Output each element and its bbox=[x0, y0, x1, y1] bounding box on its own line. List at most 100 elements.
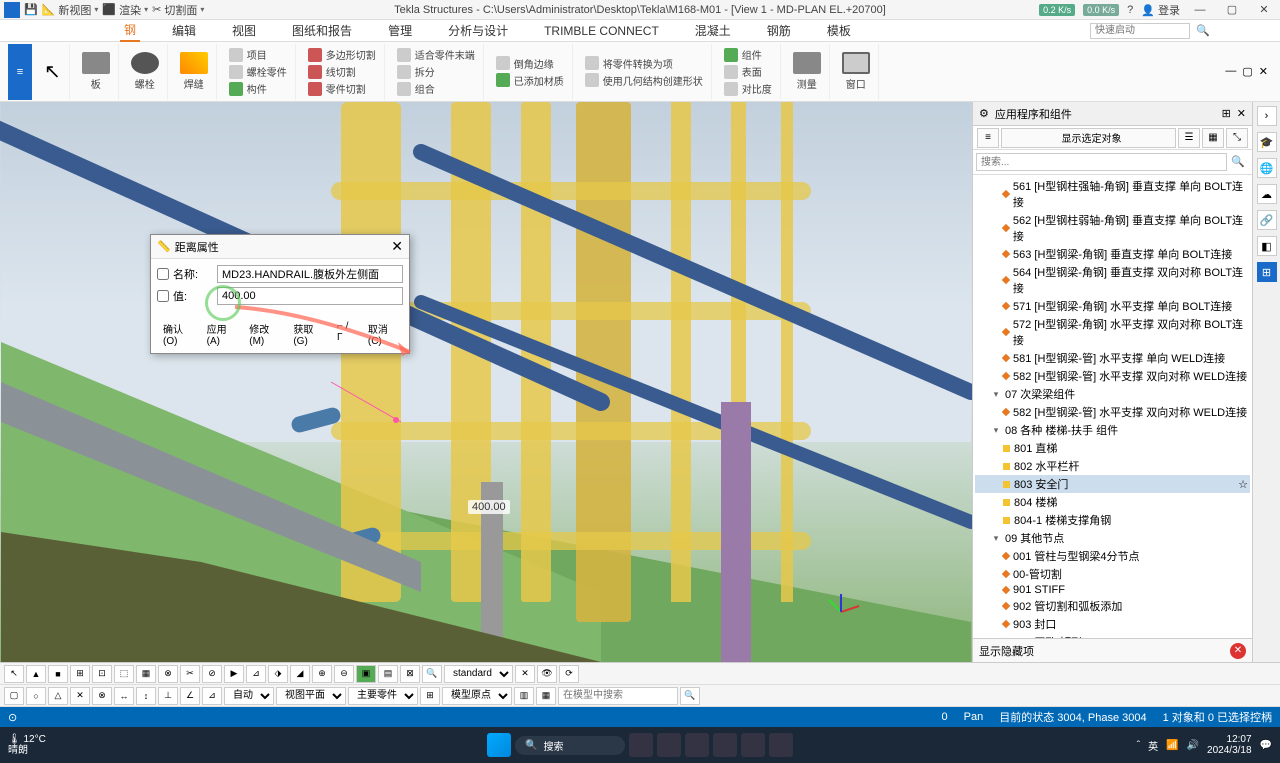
maximize-button[interactable]: ▢ bbox=[1220, 3, 1244, 16]
taskbar-app-5[interactable] bbox=[741, 733, 765, 757]
ribbon-measure[interactable]: 测量 bbox=[785, 44, 830, 100]
ribbon-geom[interactable]: 使用几何结构创建形状 bbox=[585, 73, 703, 88]
tb-clear[interactable]: ✕ bbox=[515, 665, 535, 683]
tab-edit[interactable]: 编辑 bbox=[168, 20, 200, 41]
tab-analysis[interactable]: 分析与设计 bbox=[444, 20, 512, 41]
ribbon-fit-end[interactable]: 适合零件末端 bbox=[397, 47, 475, 62]
ribbon-component[interactable]: 构件 bbox=[229, 81, 267, 96]
dialog-name-input[interactable] bbox=[217, 265, 403, 283]
dialog-value-check[interactable] bbox=[157, 290, 169, 302]
ribbon-window[interactable]: 窗口 bbox=[834, 44, 879, 100]
ribbon-item[interactable]: 项目 bbox=[229, 47, 267, 62]
edge-cloud-icon[interactable]: ☁ bbox=[1257, 184, 1277, 204]
star-icon[interactable]: ☆ bbox=[1238, 478, 1248, 491]
taskbar-app-1[interactable] bbox=[629, 733, 653, 757]
tb-auto-select[interactable]: 自动 bbox=[224, 687, 274, 705]
inner-maximize[interactable]: ▢ bbox=[1242, 65, 1252, 78]
tb-o[interactable]: ⊖ bbox=[334, 665, 354, 683]
tb2-m[interactable]: ▦ bbox=[536, 687, 556, 705]
tray-ime[interactable]: 英 bbox=[1148, 738, 1158, 753]
ribbon-chamfer[interactable]: 倒角边缘 bbox=[496, 56, 554, 71]
tab-drawings[interactable]: 图纸和报告 bbox=[288, 20, 356, 41]
quick-section[interactable]: ✂ 切割面 ▾ bbox=[152, 2, 204, 18]
tree-item[interactable]: 001 管柱与型钢梁4分节点 bbox=[975, 547, 1250, 565]
tb-d[interactable]: ⊡ bbox=[92, 665, 112, 683]
tb-b[interactable]: ■ bbox=[48, 665, 68, 683]
tab-trimble[interactable]: TRIMBLE CONNECT bbox=[540, 22, 663, 40]
ribbon-components[interactable]: 组件 bbox=[724, 47, 762, 62]
tb-refresh-icon[interactable]: ⟳ bbox=[559, 665, 579, 683]
tb-origin-select[interactable]: 模型原点 bbox=[442, 687, 512, 705]
tree-item[interactable]: 562 [H型钢柱弱轴-角钢] 垂直支撑 单向 BOLT连接 bbox=[975, 211, 1250, 245]
quick-launch-search[interactable] bbox=[1090, 23, 1190, 39]
start-button[interactable] bbox=[487, 733, 511, 757]
tb-cursor-icon[interactable]: ↖ bbox=[4, 665, 24, 683]
tray-chevron-icon[interactable]: ˆ bbox=[1137, 740, 1140, 751]
gear-icon[interactable]: ⚙ bbox=[979, 107, 989, 120]
tb-m[interactable]: ◢ bbox=[290, 665, 310, 683]
tree-item[interactable]: 801 直梯 bbox=[975, 439, 1250, 457]
tab-rebar[interactable]: 钢筋 bbox=[763, 20, 795, 41]
tree-item[interactable]: 802 水平栏杆 bbox=[975, 457, 1250, 475]
tb-k[interactable]: ⊿ bbox=[246, 665, 266, 683]
tb2-h[interactable]: ⊥ bbox=[158, 687, 178, 705]
ribbon-plate[interactable]: 板 bbox=[74, 44, 119, 100]
tree-item[interactable]: 561 [H型钢柱强轴-角钢] 垂直支撑 单向 BOLT连接 bbox=[975, 177, 1250, 211]
panel-footer-close[interactable]: ✕ bbox=[1230, 643, 1246, 659]
tb2-a[interactable]: ▢ bbox=[4, 687, 24, 705]
ribbon-split[interactable]: 拆分 bbox=[397, 64, 435, 79]
edge-link-icon[interactable]: 🔗 bbox=[1257, 210, 1277, 230]
taskbar-search[interactable]: 🔍 搜索 bbox=[515, 736, 625, 755]
ribbon-bolt[interactable]: 螺栓 bbox=[123, 44, 168, 100]
tb-mainpart-select[interactable]: 主要零件 bbox=[348, 687, 418, 705]
tb-f[interactable]: ▦ bbox=[136, 665, 156, 683]
tree-item[interactable]: 901 STIFF bbox=[975, 583, 1250, 597]
tree-item[interactable]: 563 [H型钢梁-角钢] 垂直支撑 单向 BOLT连接 bbox=[975, 245, 1250, 263]
ribbon-bolt-part[interactable]: 螺栓零件 bbox=[229, 64, 287, 79]
taskbar-weather[interactable]: 🌡 12°C 晴朗 bbox=[8, 734, 46, 756]
panel-collapse-icon[interactable]: ⤡ bbox=[1226, 128, 1248, 148]
panel-show-selected[interactable]: 显示选定对象 bbox=[1001, 128, 1176, 148]
tb2-l[interactable]: ▥ bbox=[514, 687, 534, 705]
ribbon-contrast[interactable]: 对比度 bbox=[724, 81, 772, 96]
panel-search-input[interactable] bbox=[976, 153, 1227, 171]
tb2-f[interactable]: ↔ bbox=[114, 687, 134, 705]
taskbar-app-3[interactable] bbox=[685, 733, 709, 757]
tray-wifi-icon[interactable]: 📶 bbox=[1166, 740, 1178, 751]
close-button[interactable]: ✕ bbox=[1252, 3, 1276, 16]
taskbar-app-4[interactable] bbox=[713, 733, 737, 757]
search-icon[interactable]: 🔍 bbox=[1196, 24, 1210, 37]
file-menu-button[interactable]: ≡ bbox=[8, 44, 32, 100]
tb-j[interactable]: ▶ bbox=[224, 665, 244, 683]
tab-concrete[interactable]: 混凝土 bbox=[691, 20, 735, 41]
tree-item[interactable]: 571 [H型钢梁-角钢] 水平支撑 单向 BOLT连接 bbox=[975, 297, 1250, 315]
dialog-ok-button[interactable]: 确认(O) bbox=[157, 319, 199, 349]
expand-icon[interactable]: ▾ bbox=[991, 389, 1001, 400]
tb2-e[interactable]: ⊗ bbox=[92, 687, 112, 705]
save-icon[interactable]: 💾 bbox=[24, 3, 38, 16]
tree-item[interactable]: 582 [H型钢梁-管] 水平支撑 双向对称 WELD连接 bbox=[975, 367, 1250, 385]
tree-item[interactable]: 564 [H型钢梁-角钢] 垂直支撑 双向对称 BOLT连接 bbox=[975, 263, 1250, 297]
tb-p[interactable]: ▣ bbox=[356, 665, 376, 683]
panel-close-icon[interactable]: ✕ bbox=[1237, 107, 1246, 120]
tb-c[interactable]: ⊞ bbox=[70, 665, 90, 683]
model-search-input[interactable] bbox=[558, 687, 678, 705]
panel-view-grid-icon[interactable]: ▦ bbox=[1202, 128, 1224, 148]
tree-item[interactable]: 581 [H型钢梁-管] 水平支撑 单向 WELD连接 bbox=[975, 349, 1250, 367]
tb-model-search-icon[interactable]: 🔍 bbox=[680, 687, 700, 705]
tb-l[interactable]: ⬗ bbox=[268, 665, 288, 683]
tab-template[interactable]: 模板 bbox=[823, 20, 855, 41]
quick-new-view[interactable]: 📐 新视图 ▾ bbox=[42, 2, 99, 18]
tab-view[interactable]: 视图 bbox=[228, 20, 260, 41]
tree-item[interactable]: 804 楼梯 bbox=[975, 493, 1250, 511]
panel-footer-text[interactable]: 显示隐藏项 bbox=[979, 643, 1034, 659]
taskbar-app-2[interactable] bbox=[657, 733, 681, 757]
tab-manage[interactable]: 管理 bbox=[384, 20, 416, 41]
dialog-close-button[interactable]: ✕ bbox=[391, 238, 403, 255]
tray-notifications-icon[interactable]: 💬 bbox=[1260, 740, 1272, 751]
tb2-i[interactable]: ∠ bbox=[180, 687, 200, 705]
inner-close[interactable]: ✕ bbox=[1259, 65, 1268, 78]
ribbon-weld[interactable]: 焊缝 bbox=[172, 44, 217, 100]
expand-icon[interactable]: ▾ bbox=[991, 425, 1001, 436]
panel-view-list-icon[interactable]: ☰ bbox=[1178, 128, 1200, 148]
